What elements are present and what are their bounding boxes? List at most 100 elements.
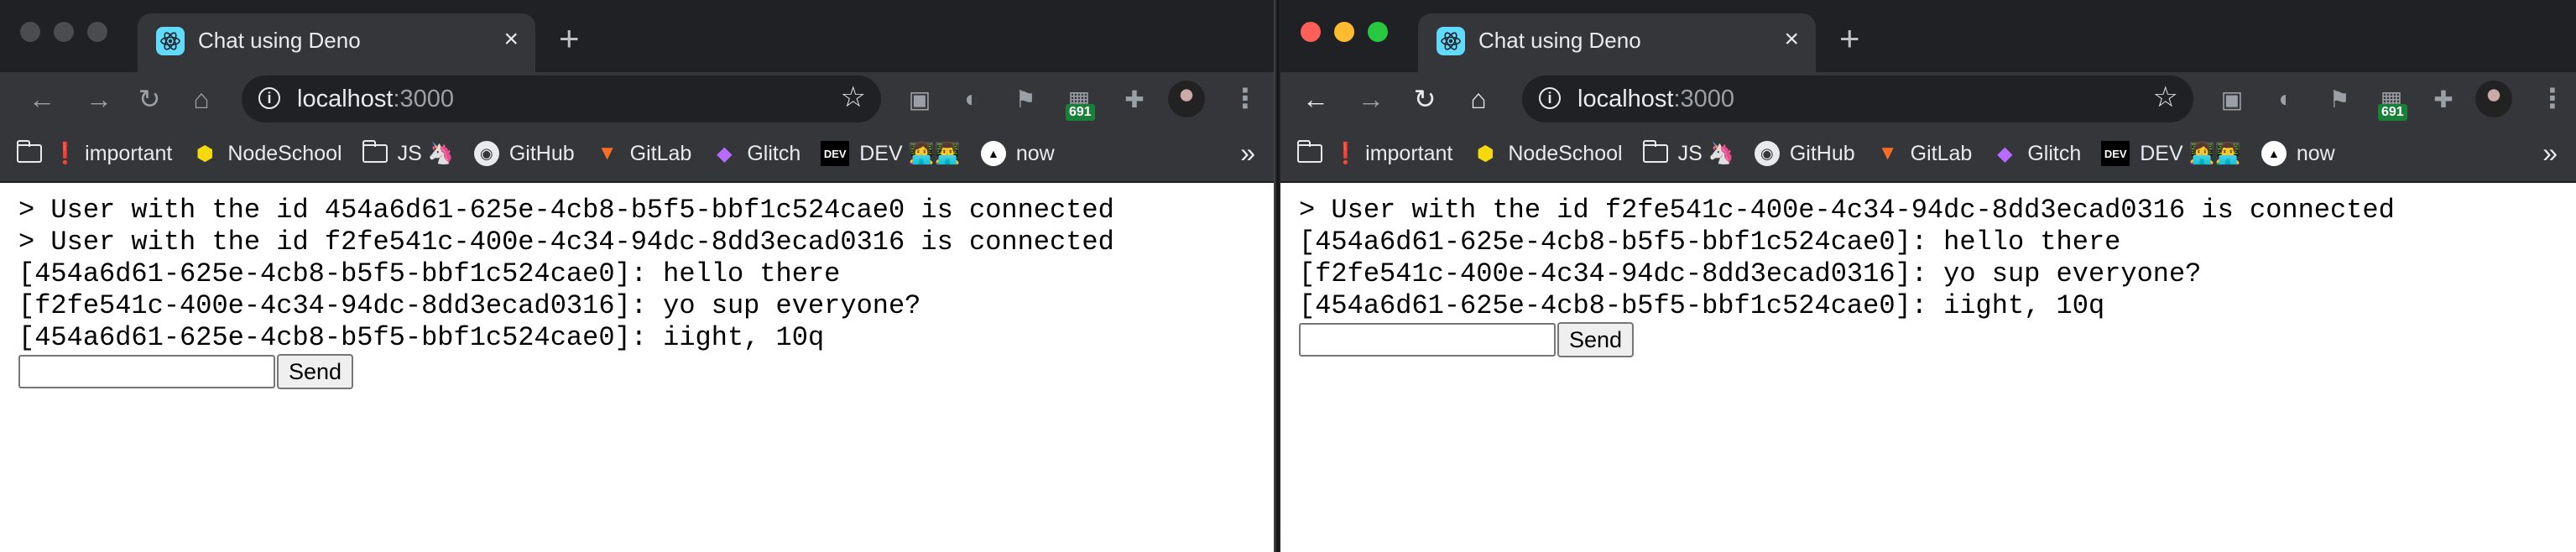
minimize-window-button[interactable] <box>1334 22 1354 42</box>
new-tab-button[interactable]: + <box>559 18 580 59</box>
browser-window-right: Chat using Deno × + ← → ↻ ⌂ i localhost:… <box>1280 0 2576 552</box>
message-form: Send <box>1299 322 2576 357</box>
folder-icon <box>1297 140 1322 166</box>
tab-title: Chat using Deno <box>198 28 361 53</box>
github-icon: ◉ <box>1754 141 1780 166</box>
briefcase-extension-icon[interactable]: ▣ <box>905 84 935 114</box>
bookmark-gitlab[interactable]: ▼ GitLab <box>1875 141 1973 166</box>
chat-message: > User with the id 454a6d61-625e-4cb8-b5… <box>18 195 1114 226</box>
tab-chat[interactable]: Chat using Deno × <box>1418 13 1816 72</box>
folder-icon <box>17 140 42 166</box>
chat-message: [454a6d61-625e-4cb8-b5f5-bbf1c524cae0]: … <box>18 258 841 289</box>
hexagon-icon: ⬢ <box>1476 142 1494 165</box>
window-controls <box>1301 22 1388 42</box>
hexagon-icon: ⬢ <box>196 142 214 165</box>
chat-message: > User with the id f2fe541c-400e-4c34-94… <box>1299 195 2395 226</box>
gitlab-icon: ▼ <box>1877 142 1898 164</box>
bookmark-important[interactable]: ❗ important <box>1297 140 1452 166</box>
back-button[interactable]: ← <box>23 81 60 117</box>
reload-button[interactable]: ↻ <box>131 81 168 117</box>
toolbar: ← → ↻ ⌂ i localhost:3000 ☆ ▣ ◐ ⚑ ▦ 691 ✚ … <box>1280 72 2576 126</box>
message-input[interactable] <box>18 355 275 388</box>
address-bar[interactable]: i localhost:3000 ☆ <box>1522 76 2193 122</box>
bookmark-glitch[interactable]: ◆ Glitch <box>712 141 800 166</box>
now-icon: ▲ <box>980 141 1006 166</box>
chat-message: [454a6d61-625e-4cb8-b5f5-bbf1c524cae0]: … <box>1299 227 2121 258</box>
url-text: localhost:3000 <box>297 86 455 112</box>
send-button[interactable]: Send <box>277 354 354 389</box>
avatar[interactable] <box>1168 81 1205 117</box>
send-button[interactable]: Send <box>1557 322 1635 357</box>
browser-window-left: Chat using Deno × + ← → ↻ ⌂ i localhost:… <box>0 0 1274 552</box>
chat-message: [f2fe541c-400e-4c34-94dc-8dd3ecad0316]: … <box>18 290 921 321</box>
glitch-icon: ◆ <box>717 142 733 165</box>
message-input[interactable] <box>1299 323 1556 357</box>
folder-icon <box>362 140 388 166</box>
site-info-icon[interactable]: i <box>258 87 280 109</box>
bookmarks-bar: ❗ important ⬢ NodeSchool JS 🦄 ◉ GitHub ▼ Git… <box>1280 126 2576 183</box>
zoom-window-button[interactable] <box>1368 22 1388 42</box>
bookmark-important[interactable]: ❗ important <box>17 140 172 166</box>
bookmark-nodeschool[interactable]: ⬢ NodeSchool <box>1473 141 1623 166</box>
react-icon <box>1437 27 1465 55</box>
close-tab-icon[interactable]: × <box>1784 25 1799 54</box>
bookmark-star-icon[interactable]: ☆ <box>2153 81 2178 114</box>
calendar-extension-icon[interactable]: ▦ 691 <box>2376 84 2407 121</box>
message-form: Send <box>18 354 1274 389</box>
bookmark-dev[interactable]: DEV DEV 👩‍💻👨‍💻 <box>821 141 961 166</box>
circle-extension-icon[interactable]: ◐ <box>957 84 987 114</box>
briefcase-extension-icon[interactable]: ▣ <box>2217 84 2247 114</box>
address-bar[interactable]: i localhost:3000 ☆ <box>242 76 881 122</box>
chat-message: [454a6d61-625e-4cb8-b5f5-bbf1c524cae0]: … <box>1299 290 2105 321</box>
gitlab-icon: ▼ <box>597 142 618 164</box>
folder-icon <box>1642 140 1668 166</box>
tab-strip: Chat using Deno × + <box>0 0 1274 72</box>
flag-extension-icon[interactable]: ⚑ <box>2324 84 2354 114</box>
bookmark-js[interactable]: JS 🦄 <box>362 140 454 166</box>
bookmark-dev[interactable]: DEV DEV 👩‍💻👨‍💻 <box>2101 141 2241 166</box>
bookmark-github[interactable]: ◉ GitHub <box>1754 141 1855 166</box>
glitch-icon: ◆ <box>1997 142 2013 165</box>
home-button[interactable]: ⌂ <box>183 81 220 117</box>
zoom-window-button[interactable] <box>87 22 107 42</box>
menu-kebab-icon[interactable]: ⋮ <box>1232 82 1259 114</box>
chat-message: [f2fe541c-400e-4c34-94dc-8dd3ecad0316]: … <box>1299 258 2202 289</box>
close-window-button[interactable] <box>1301 22 1321 42</box>
bookmarks-overflow-icon[interactable]: » <box>1240 138 1255 169</box>
reload-button[interactable]: ↻ <box>1406 81 1443 117</box>
forward-button[interactable]: → <box>1353 81 1390 117</box>
new-tab-button[interactable]: + <box>1839 18 1860 59</box>
bookmarks-overflow-icon[interactable]: » <box>2542 138 2558 169</box>
site-info-icon[interactable]: i <box>1539 87 1561 109</box>
bookmark-nodeschool[interactable]: ⬢ NodeSchool <box>192 141 342 166</box>
close-tab-icon[interactable]: × <box>503 25 519 54</box>
window-controls <box>20 22 107 42</box>
back-button[interactable]: ← <box>1297 81 1334 117</box>
close-window-button[interactable] <box>20 22 40 42</box>
react-icon <box>156 27 185 55</box>
bookmark-now[interactable]: ▲ now <box>980 141 1055 166</box>
page-content: > User with the id 454a6d61-625e-4cb8-b5… <box>0 185 1274 552</box>
tab-chat[interactable]: Chat using Deno × <box>138 13 535 72</box>
minimize-window-button[interactable] <box>54 22 74 42</box>
bookmark-glitch[interactable]: ◆ Glitch <box>1992 141 2081 166</box>
now-icon: ▲ <box>2261 141 2287 166</box>
bookmark-js[interactable]: JS 🦄 <box>1642 140 1734 166</box>
circle-extension-icon[interactable]: ◐ <box>2271 84 2301 114</box>
avatar[interactable] <box>2475 81 2512 117</box>
toolbar: ← → ↻ ⌂ i localhost:3000 ☆ ▣ ◐ ⚑ ▦ 691 ✚ … <box>0 72 1274 126</box>
puzzle-extensions-icon[interactable]: ✚ <box>1119 84 1150 114</box>
bookmark-now[interactable]: ▲ now <box>2261 141 2335 166</box>
bookmark-github[interactable]: ◉ GitHub <box>473 141 575 166</box>
window-divider <box>1274 0 1280 552</box>
bookmark-gitlab[interactable]: ▼ GitLab <box>595 141 692 166</box>
menu-kebab-icon[interactable]: ⋮ <box>2539 82 2566 114</box>
url-text: localhost:3000 <box>1577 86 1735 112</box>
forward-button[interactable]: → <box>81 81 117 117</box>
bookmark-star-icon[interactable]: ☆ <box>841 81 866 114</box>
flag-extension-icon[interactable]: ⚑ <box>1010 84 1040 114</box>
puzzle-extensions-icon[interactable]: ✚ <box>2428 84 2459 114</box>
home-button[interactable]: ⌂ <box>1460 81 1497 117</box>
bookmarks-bar: ❗ important ⬢ NodeSchool JS 🦄 ◉ GitHub ▼ Git… <box>0 126 1274 183</box>
calendar-extension-icon[interactable]: ▦ 691 <box>1064 84 1095 121</box>
